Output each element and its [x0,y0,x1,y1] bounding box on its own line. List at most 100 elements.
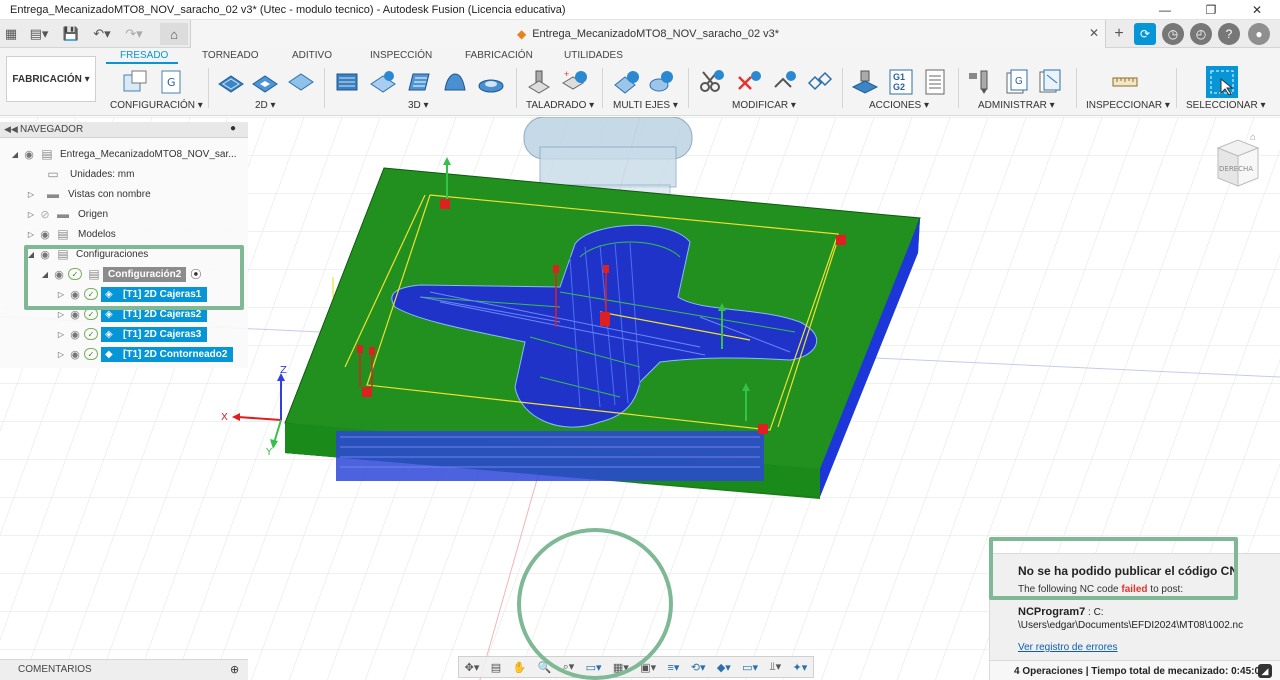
swarf-icon[interactable] [646,68,676,96]
tool-library-icon[interactable] [966,68,996,96]
visibility-icon[interactable]: ◉ [36,228,54,241]
group-3d[interactable]: 3D ▾ [408,100,429,111]
simulate-icon[interactable] [850,68,880,96]
3d-adaptive-icon[interactable] [332,68,362,96]
visibility-icon[interactable]: ◉ [66,328,84,341]
3d-pocket-icon[interactable] [368,68,398,96]
new-tab-icon[interactable]: + [1108,23,1130,45]
annotation-highlight-circle [517,528,673,680]
tab-inspeccion[interactable]: INSPECCIÓN [370,50,432,61]
delete-icon[interactable] [734,68,764,96]
close-window-button[interactable]: ✕ [1234,0,1280,20]
tree-models[interactable]: ▷ ◉ ▤ Modelos [26,225,116,243]
cut-icon[interactable] [696,68,726,96]
post-process-icon[interactable]: G1 G2 [886,68,916,96]
post-library-icon[interactable]: G [1002,68,1032,96]
save-icon[interactable]: 💾 [60,23,82,45]
2d-pocket-icon[interactable] [250,68,280,96]
program-path: \Users\edgar\Documents\EFDI2024\MT08\100… [1018,620,1244,631]
tab-fresado[interactable]: FRESADO [120,50,168,61]
look-at-icon[interactable]: ▤ [491,661,501,674]
group-multi-ejes[interactable]: MULTI EJES ▾ [613,100,678,111]
view-error-log-link[interactable]: Ver registro de errores [1018,642,1118,653]
extensions-icon[interactable]: ⟳ [1134,23,1156,45]
workspace-switcher[interactable]: FABRICACIÓN ▾ [6,56,96,102]
browser-menu-icon[interactable]: ● [230,123,236,134]
pan-icon[interactable]: ✋ [513,661,527,674]
3d-parallel-icon[interactable] [440,68,470,96]
tab-utilidades[interactable]: UTILIDADES [564,50,623,61]
3d-scallop-icon[interactable] [476,68,506,96]
expand-arrow-icon[interactable]: ▷ [56,330,66,339]
job-status-icon[interactable]: ◷ [1162,23,1184,45]
collapse-arrow-icon[interactable]: ◢ [10,150,20,159]
tree-units[interactable]: ▭ Unidades: mm [44,165,134,183]
group-acciones[interactable]: ACCIONES ▾ [869,100,929,111]
tree-root[interactable]: ◢ ◉ ▤ Entrega_MecanizadoMTO8_NOV_sar... [10,145,237,163]
minimize-button[interactable]: — [1142,0,1188,20]
file-menu-icon[interactable]: ▤▾ [26,23,52,45]
visibility-icon[interactable]: ◉ [66,348,84,361]
tab-torneado[interactable]: TORNEADO [202,50,259,61]
comments-panel[interactable]: COMENTARIOS ⊕ [0,659,248,680]
toolpath-display-icon[interactable]: ≡▾ [667,661,679,674]
tab-aditivo[interactable]: ADITIVO [292,50,332,61]
group-taladrado[interactable]: TALADRADO ▾ [526,100,594,111]
move-icon[interactable] [770,68,800,96]
tree-named-views[interactable]: ▷ ▬ Vistas con nombre [26,185,151,203]
add-comment-icon[interactable]: ⊕ [230,663,239,676]
collapse-panel-icon[interactable]: ◀◀ [4,124,18,135]
drill-icon[interactable] [524,68,554,96]
tree-origin[interactable]: ▷ ⊘ ▬ Origen [26,205,108,223]
nc-program-icon[interactable]: G [156,68,186,96]
stock-display-icon[interactable]: ◆▾ [717,661,731,674]
effects-icon[interactable]: ✦▾ [792,661,807,674]
hole-recognition-icon[interactable]: + [560,68,590,96]
group-seleccionar[interactable]: SELECCIONAR ▾ [1186,100,1265,111]
help-icon[interactable]: ? [1218,23,1240,45]
setup-sheet-icon[interactable] [920,68,950,96]
expand-arrow-icon[interactable]: ▷ [56,310,66,319]
view-cube[interactable]: DERECHA ⌂ [1212,130,1264,196]
document-tab[interactable]: ◆ Entrega_MecanizadoMTO8_NOV_saracho_02 … [190,20,1106,48]
pattern-icon[interactable] [804,68,834,96]
group-inspeccionar[interactable]: INSPECCIONAR ▾ [1086,100,1170,111]
expand-arrow-icon[interactable]: ▷ [26,210,36,219]
notifications-icon[interactable]: ◴ [1190,23,1212,45]
2d-face-icon[interactable] [286,68,316,96]
undo-icon[interactable]: ↶▾ [90,23,114,45]
operation-label: [T1] 2D Contorneado2 [123,348,228,360]
camera-icon[interactable]: ▭▾ [742,661,758,674]
group-administrar[interactable]: ADMINISTRAR ▾ [978,100,1055,111]
home-icon[interactable]: ⌂ [160,23,188,45]
visibility-icon[interactable]: ◉ [20,148,38,161]
template-library-icon[interactable] [1036,68,1066,96]
tab-fabricacion[interactable]: FABRICACIÓN [465,50,533,61]
3d-contour-icon[interactable] [404,68,434,96]
group-2d[interactable]: 2D ▾ [255,100,276,111]
status-icon[interactable]: ◢ [1258,664,1272,678]
group-configuracion[interactable]: CONFIGURACIÓN ▾ [110,100,203,111]
maximize-button[interactable]: ❐ [1188,0,1234,20]
2d-adaptive-icon[interactable] [216,68,246,96]
component-icon: ◆ [516,27,527,41]
expand-arrow-icon[interactable]: ▷ [26,230,36,239]
rotate-display-icon[interactable]: ⟲▾ [691,661,706,674]
redo-icon[interactable]: ↷▾ [122,23,146,45]
expand-arrow-icon[interactable]: ▷ [26,190,36,199]
measure-icon[interactable] [1110,68,1140,96]
tree-operation[interactable]: ▷ ◉ ✓ ◆ [T1] 2D Contorneado2 [56,345,234,363]
avatar[interactable]: ● [1248,23,1270,45]
close-tab-icon[interactable]: ✕ [1089,26,1099,40]
hidden-visibility-icon[interactable]: ⊘ [36,208,54,221]
orbit-icon[interactable]: ✥▾ [465,661,480,674]
setup-icon[interactable] [120,68,150,96]
multiaxis-contour-icon[interactable] [612,68,642,96]
tool-display-icon[interactable]: ⫫▾ [769,660,781,674]
tree-operation[interactable]: ▷ ◉ ✓ ◈ [T1] 2D Cajeras3 [56,325,208,343]
group-modificar[interactable]: MODIFICAR ▾ [732,100,796,111]
select-icon[interactable] [1206,66,1238,98]
expand-arrow-icon[interactable]: ▷ [56,350,66,359]
app-grid-icon[interactable]: ▦ [2,23,20,45]
title-bar: Entrega_MecanizadoMTO8_NOV_saracho_02 v3… [0,0,1280,20]
